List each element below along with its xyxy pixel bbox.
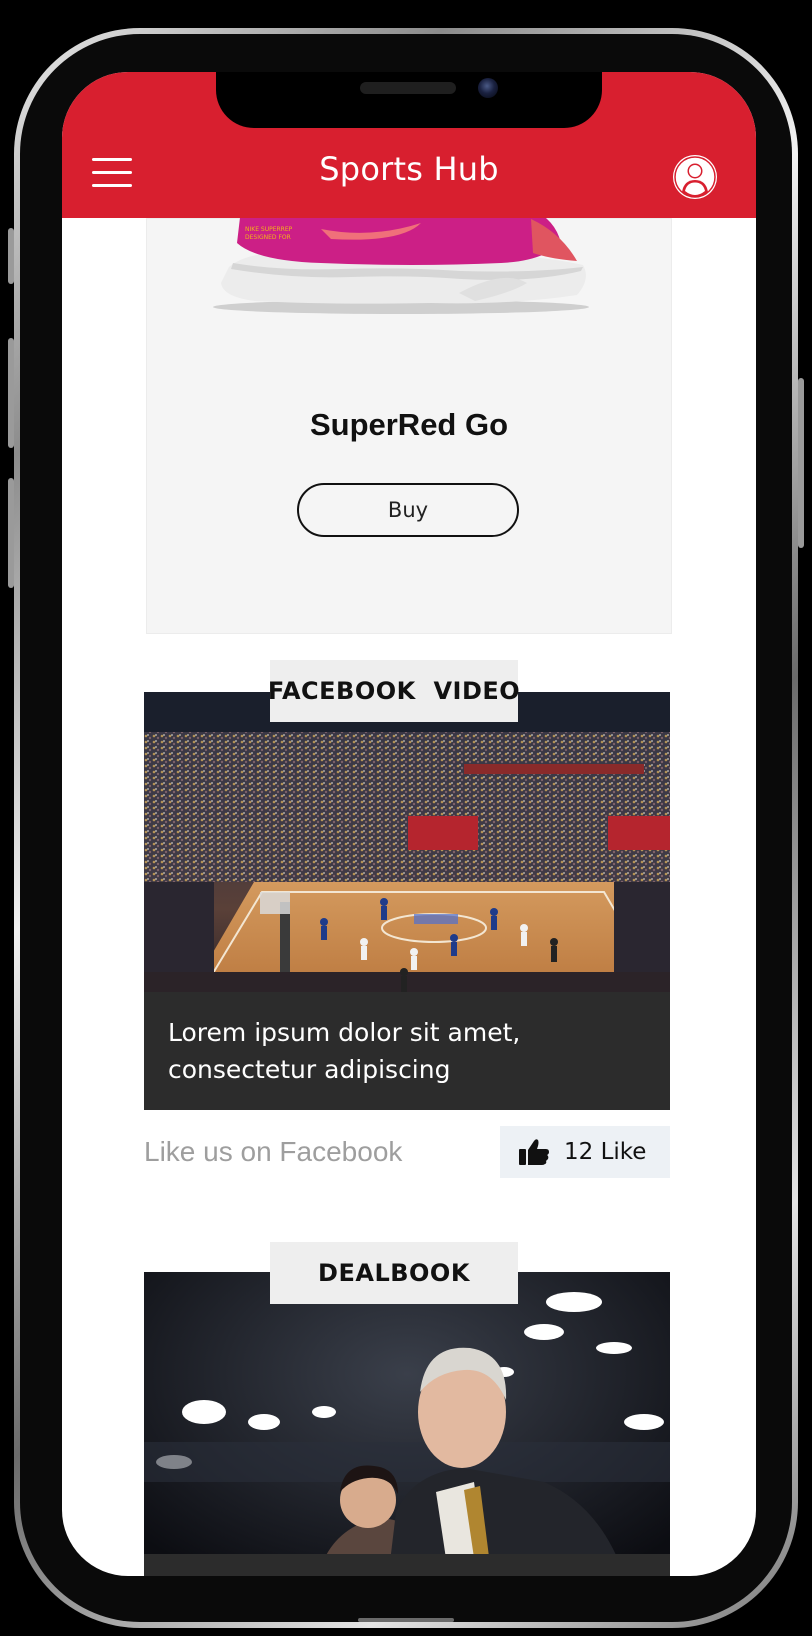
video-caption: Lorem ipsum dolor sit amet, consectetur … <box>144 992 670 1110</box>
dealbook-card[interactable] <box>144 1272 670 1576</box>
dealbook-caption-bar <box>144 1554 670 1576</box>
app-title: Sports Hub <box>319 150 499 188</box>
product-card: NIKE SUPERREP DESIGNED FOR SuperRed Go B… <box>146 209 672 634</box>
svg-text:DESIGNED FOR: DESIGNED FOR <box>245 234 291 241</box>
volume-up-button <box>8 338 14 448</box>
basketball-arena-image <box>144 692 670 1002</box>
home-indicator <box>358 1618 454 1622</box>
svg-text:NIKE SUPERREP: NIKE SUPERREP <box>245 226 293 233</box>
phone-screen: NIKE SUPERREP DESIGNED FOR SuperRed Go B… <box>62 72 756 1576</box>
like-button[interactable]: 12 Like <box>500 1126 670 1178</box>
dealbook-tag: DEALBOOK <box>270 1242 518 1304</box>
earpiece-speaker <box>360 82 456 94</box>
facebook-video-tag: FACEBOOK VIDEO <box>268 660 520 722</box>
facebook-video-card[interactable]: Lorem ipsum dolor sit amet, consectetur … <box>144 692 670 1110</box>
user-avatar-icon[interactable] <box>672 154 718 200</box>
like-us-text[interactable]: Like us on Facebook <box>144 1136 402 1168</box>
phone-notch <box>216 72 602 128</box>
dealbook-image <box>144 1272 670 1576</box>
app-header: Sports Hub <box>62 72 756 218</box>
caption-line-2: consectetur adipiscing <box>168 1055 451 1084</box>
product-name: SuperRed Go <box>309 407 509 442</box>
power-button <box>798 378 804 548</box>
buy-button[interactable]: Buy <box>297 483 519 537</box>
caption-line-1: Lorem ipsum dolor sit amet, <box>168 1018 521 1047</box>
sneaker-image: NIKE SUPERREP DESIGNED FOR <box>213 209 589 314</box>
thumbs-up-icon <box>519 1139 549 1165</box>
volume-down-button <box>8 478 14 588</box>
scroll-content[interactable]: NIKE SUPERREP DESIGNED FOR SuperRed Go B… <box>62 209 756 1576</box>
like-count-label: 12 Like <box>564 1139 647 1165</box>
silent-switch <box>8 228 14 284</box>
front-camera <box>478 78 498 98</box>
